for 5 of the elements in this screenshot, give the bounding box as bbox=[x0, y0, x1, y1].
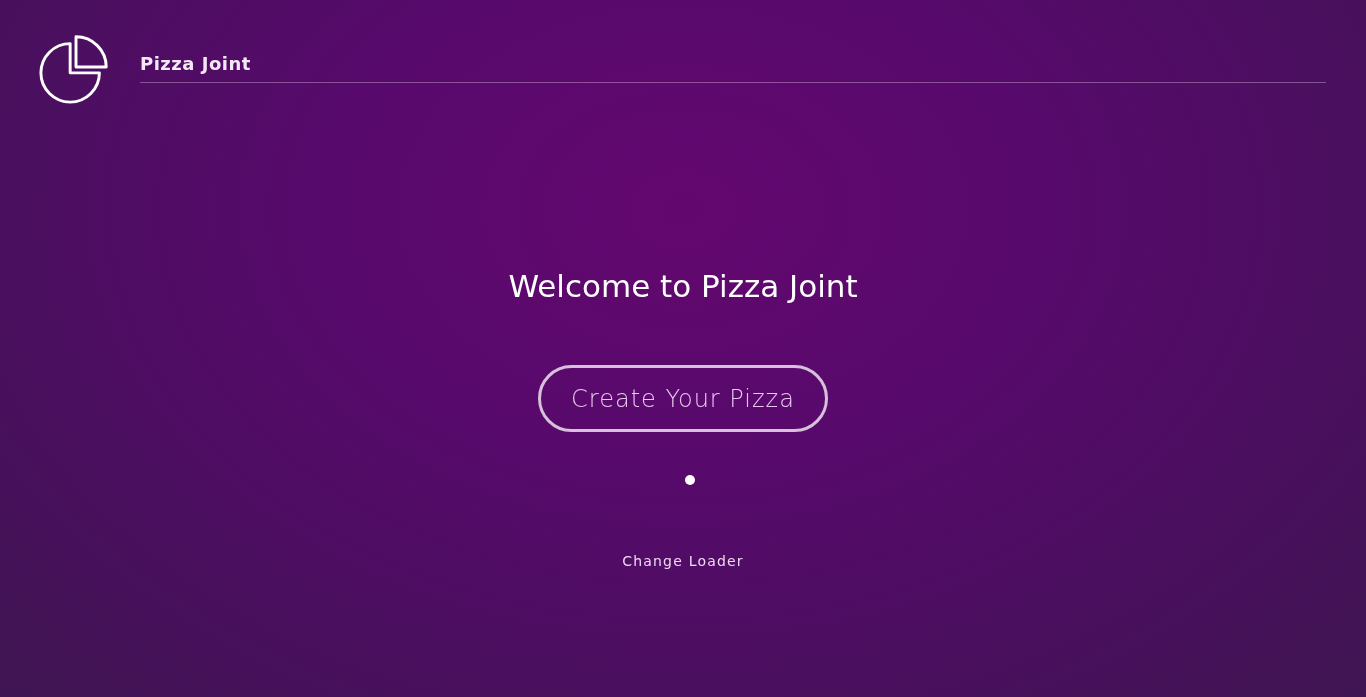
welcome-heading: Welcome to Pizza Joint bbox=[508, 267, 858, 306]
create-pizza-button[interactable]: Create Your Pizza bbox=[538, 365, 828, 432]
site-title[interactable]: Pizza Joint bbox=[140, 53, 251, 74]
loader-dot-icon bbox=[685, 475, 695, 485]
change-loader-link[interactable]: Change Loader bbox=[622, 553, 744, 569]
